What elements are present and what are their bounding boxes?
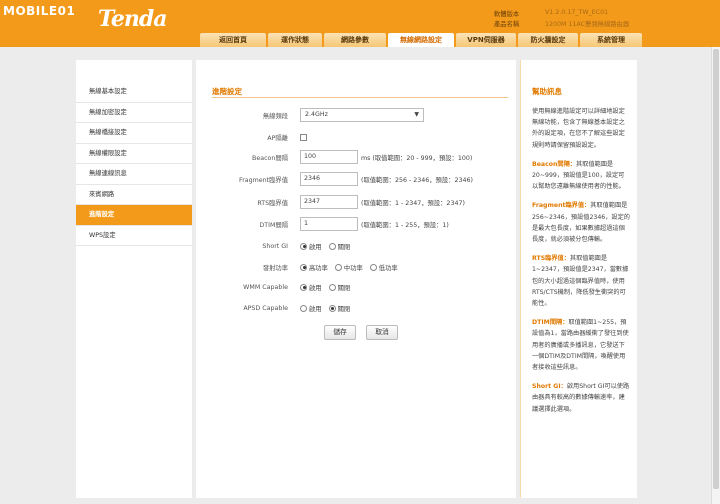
- row-apsd: APSD Capable 啟用 關閉: [196, 301, 516, 315]
- short-gi-label: Short GI: [262, 242, 288, 250]
- sidebar-item-wps[interactable]: WPS設定: [76, 226, 192, 246]
- wmm-off-radio[interactable]: [328, 283, 336, 291]
- help-item-dtim: DTIM間隔：取值範圍1~255，預設值為1，當路由器緩衝了發往到使用者的廣播或…: [532, 319, 629, 372]
- title-divider: [212, 97, 508, 98]
- settings-panel: 進階設定 無線頻段 2.4GHz ▼ AP隔離 Beacon間隔 100 ms …: [196, 60, 516, 498]
- rts-input[interactable]: 2347: [300, 195, 358, 209]
- band-label: 無線頻段: [262, 112, 288, 120]
- sidebar-item-guest-network[interactable]: 來賓網路: [76, 185, 192, 205]
- help-panel: 幫助訊息 使用無線進階設定可以詳細地設定無線功能，包含了無線基本設定之外的設定項…: [520, 60, 637, 498]
- apsd-on-radio[interactable]: [300, 304, 307, 312]
- help-item-rts: RTS臨界值：其取值範圍是1~2347，預設值是2347，當數據包的大小超過這個…: [532, 255, 629, 308]
- row-ap-isolation: AP隔離: [196, 130, 516, 144]
- tab-firewall[interactable]: 防火牆設定: [518, 33, 578, 47]
- apsd-off-radio[interactable]: [328, 304, 336, 312]
- wmm-label: WMM Capable: [243, 283, 288, 291]
- save-button[interactable]: 儲存: [324, 325, 356, 340]
- row-rts: RTS臨界值 2347 (取值範圍：1 - 2347，預設：2347): [196, 195, 516, 209]
- apsd-label: APSD Capable: [243, 304, 288, 312]
- fragment-input[interactable]: 2346: [300, 172, 358, 186]
- tx-power-low-radio[interactable]: [369, 263, 377, 271]
- rts-label: RTS臨界值: [257, 199, 288, 207]
- tab-status[interactable]: 運作狀態: [268, 33, 322, 47]
- tx-power-high-radio[interactable]: [300, 263, 307, 271]
- row-short-gi: Short GI 啟用 關閉: [196, 239, 516, 253]
- beacon-input[interactable]: 100: [300, 150, 358, 164]
- sidebar-item-bridge[interactable]: 無線橋接設定: [76, 123, 192, 144]
- dtim-hint: (取值範圍：1 - 255，預設：1): [361, 221, 449, 229]
- page-scrollbar[interactable]: [711, 47, 720, 504]
- dtim-label: DTIM間隔: [259, 221, 288, 229]
- dropdown-arrow-icon: ▼: [414, 111, 419, 118]
- sidebar-item-security[interactable]: 無線加密設定: [76, 103, 192, 123]
- sidebar-item-advanced[interactable]: 進階設定: [76, 205, 192, 226]
- row-wmm: WMM Capable 啟用 關閉: [196, 280, 516, 294]
- tx-power-mid-radio[interactable]: [334, 263, 342, 271]
- brand-logo: Tenda: [98, 6, 167, 32]
- tx-power-label: 發射功率: [262, 264, 288, 272]
- tab-home[interactable]: 返回首頁: [200, 33, 266, 47]
- band-select[interactable]: 2.4GHz ▼: [300, 108, 424, 122]
- sidebar-item-access-control[interactable]: 無線權限設定: [76, 144, 192, 164]
- tab-wireless[interactable]: 無線網路設定: [388, 33, 454, 47]
- help-item-short-gi: Short GI：啟用Short GI可以使路由器具有較高的數據傳輸速率，建議選…: [532, 383, 630, 413]
- help-intro: 使用無線進階設定可以詳細地設定無線功能，包含了無線基本設定之外的設定項，在您不了…: [532, 108, 625, 149]
- fragment-label: Fragment臨界值: [239, 176, 288, 184]
- wmm-on-radio[interactable]: [300, 283, 307, 291]
- header-bar: MOBILE01 Tenda 軟體版本 V1.2.0.17_TW_EC01 產品…: [0, 0, 720, 47]
- short-gi-on-radio[interactable]: [300, 242, 307, 250]
- tab-system[interactable]: 系統管理: [580, 33, 642, 47]
- help-item-beacon: Beacon間隔：其取值範圍是20~999，預設值是100，設定可以幫助您遠離無…: [532, 160, 625, 191]
- tab-network[interactable]: 網路參數: [324, 33, 386, 47]
- dtim-input[interactable]: 1: [300, 217, 358, 231]
- page-title: 進階設定: [212, 87, 242, 96]
- fragment-hint: (取值範圍：256 - 2346，預設：2346): [361, 176, 473, 184]
- row-band: 無線頻段 2.4GHz ▼: [196, 108, 516, 122]
- fw-value: V1.2.0.17_TW_EC01: [545, 9, 609, 16]
- top-nav: 返回首頁 運作狀態 網路參數 無線網路設定 VPN伺服器 防火牆設定 系統管理: [200, 33, 642, 47]
- model-value: 1200M 11AC雙頻無線路由器: [545, 21, 630, 28]
- sidebar: 無線基本設定 無線加密設定 無線橋接設定 無線權限設定 無線連線訊息 來賓網路 …: [76, 60, 192, 498]
- row-fragment: Fragment臨界值 2346 (取值範圍：256 - 2346，預設：234…: [196, 172, 516, 186]
- watermark-logo: MOBILE01: [3, 4, 76, 18]
- sidebar-item-connection-info[interactable]: 無線連線訊息: [76, 164, 192, 185]
- row-beacon: Beacon間隔 100 ms (取值範圍：20 - 999，預設：100): [196, 150, 516, 164]
- help-item-fragment: Fragment臨界值：其取值範圍是256~2346，預設值2346，設定的是最…: [532, 202, 630, 244]
- model-label: 產品名稱: [494, 21, 520, 28]
- short-gi-off-radio[interactable]: [328, 242, 336, 250]
- rts-hint: (取值範圍：1 - 2347，預設：2347): [361, 199, 465, 207]
- beacon-hint: ms (取值範圍：20 - 999，預設：100): [361, 154, 473, 162]
- fw-label: 軟體版本: [494, 11, 520, 18]
- sidebar-item-basic[interactable]: 無線基本設定: [76, 82, 192, 103]
- beacon-label: Beacon間隔: [252, 154, 288, 162]
- cancel-button[interactable]: 取消: [366, 325, 398, 340]
- ap-isolation-checkbox[interactable]: [300, 133, 307, 141]
- row-dtim: DTIM間隔 1 (取值範圍：1 - 255，預設：1): [196, 217, 516, 231]
- tab-vpn[interactable]: VPN伺服器: [456, 33, 516, 47]
- scrollbar-thumb[interactable]: [713, 49, 719, 489]
- row-tx-power: 發射功率 高功率 中功率 低功率: [196, 260, 516, 274]
- help-title: 幫助訊息: [532, 87, 562, 96]
- help-body: 使用無線進階設定可以詳細地設定無線功能，包含了無線基本設定之外的設定項，在您不了…: [532, 106, 630, 423]
- ap-isolation-label: AP隔離: [267, 134, 288, 142]
